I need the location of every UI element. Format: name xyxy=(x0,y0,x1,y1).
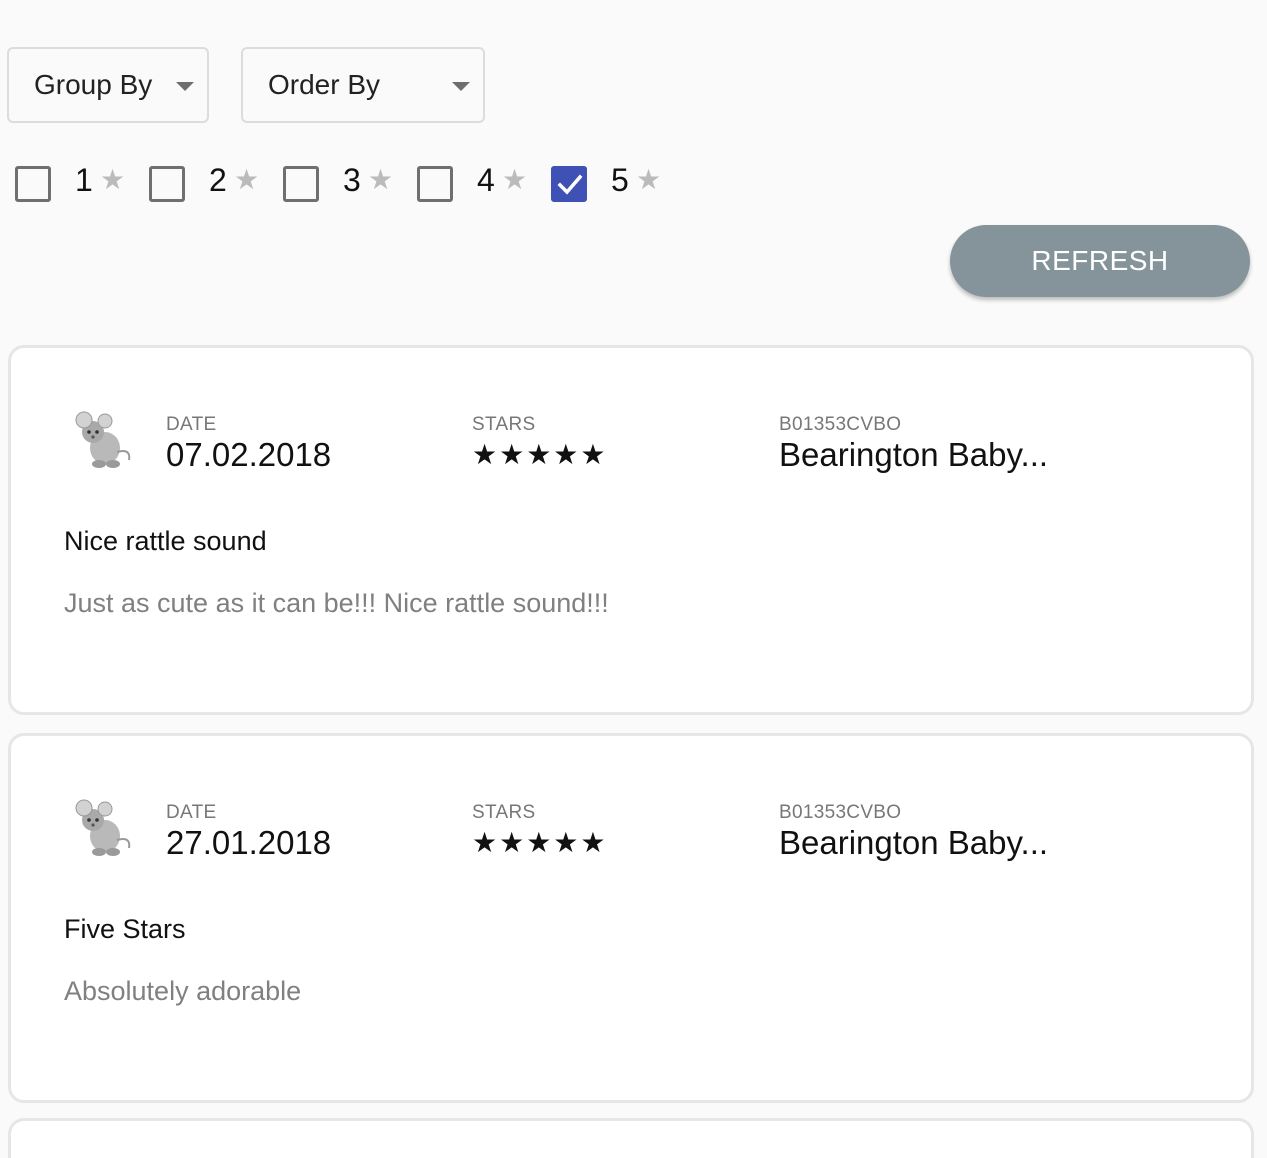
product-name: Bearington Baby... xyxy=(779,824,1049,861)
group-by-select[interactable]: Group By xyxy=(7,47,209,123)
filter-label: 1 xyxy=(75,162,93,198)
group-by-label: Group By xyxy=(34,69,153,100)
date-label: DATE xyxy=(166,414,217,435)
checkmark-icon xyxy=(557,174,583,195)
chevron-down-icon xyxy=(452,82,470,91)
star-icon: ★ xyxy=(502,164,528,195)
mouse-plush-icon xyxy=(75,799,131,856)
checkbox-3[interactable] xyxy=(283,166,319,202)
review-body: Just as cute as it can be!!! Nice rattle… xyxy=(64,588,609,618)
review-title: Nice rattle sound xyxy=(64,526,267,556)
order-by-select[interactable]: Order By xyxy=(241,47,485,123)
checkbox-1[interactable] xyxy=(15,166,51,202)
review-date: 27.01.2018 xyxy=(166,824,332,861)
checkbox-2[interactable] xyxy=(149,166,185,202)
filter-label: 3 xyxy=(343,162,361,198)
star-rating: ★★★★★ xyxy=(472,827,608,858)
review-card: DATE 07.02.2018 STARS ★★★★★ B01353CVBO B… xyxy=(8,345,1254,715)
checkbox-5[interactable] xyxy=(551,166,587,202)
product-name: Bearington Baby... xyxy=(779,436,1049,473)
filter-label: 4 xyxy=(477,162,495,198)
star-icon: ★ xyxy=(100,164,126,195)
star-icon: ★ xyxy=(234,164,260,195)
review-card-partial xyxy=(8,1118,1254,1158)
product-id: B01353CVBO xyxy=(779,802,902,823)
review-card: DATE 27.01.2018 STARS ★★★★★ B01353CVBO B… xyxy=(8,733,1254,1103)
filter-label: 5 xyxy=(611,162,629,198)
star-icon: ★ xyxy=(636,164,662,195)
product-id: B01353CVBO xyxy=(779,414,902,435)
star-icon: ★ xyxy=(368,164,394,195)
checkbox-4[interactable] xyxy=(417,166,453,202)
chevron-down-icon xyxy=(176,82,194,91)
review-date: 07.02.2018 xyxy=(166,436,332,473)
filter-label: 2 xyxy=(209,162,227,198)
refresh-button[interactable]: REFRESH xyxy=(950,225,1250,297)
review-body: Absolutely adorable xyxy=(64,976,302,1006)
date-label: DATE xyxy=(166,802,217,823)
stars-label: STARS xyxy=(472,802,536,823)
order-by-label: Order By xyxy=(268,69,381,100)
review-title: Five Stars xyxy=(64,914,186,944)
stars-label: STARS xyxy=(472,414,536,435)
mouse-plush-icon xyxy=(75,411,131,468)
star-rating: ★★★★★ xyxy=(472,439,608,470)
